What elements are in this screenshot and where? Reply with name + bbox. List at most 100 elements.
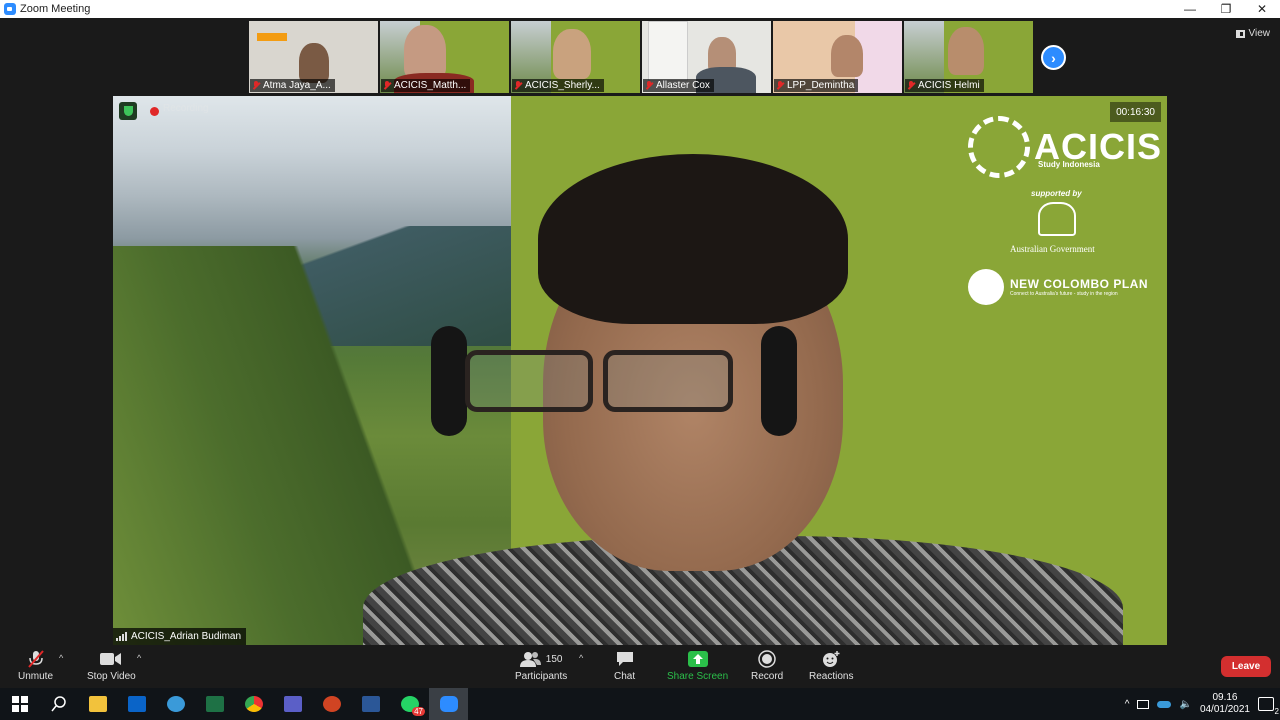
network-icon[interactable] xyxy=(1137,699,1150,709)
participant-name: Atma Jaya_A... xyxy=(263,80,331,91)
stop-video-button[interactable]: Stop Video xyxy=(87,650,136,682)
notification-center-icon[interactable]: 2 xyxy=(1258,697,1279,716)
record-button[interactable]: Record xyxy=(751,650,783,682)
notification-count: 2 xyxy=(1274,707,1279,716)
participant-thumbnail[interactable]: ACICIS_Sherly... xyxy=(511,21,640,93)
headphone-right xyxy=(761,326,797,436)
windows-start-icon[interactable] xyxy=(0,688,39,720)
video-camera-icon xyxy=(100,650,122,668)
speaker-hair xyxy=(538,154,848,324)
mic-muted-icon xyxy=(514,81,522,90)
participant-figure xyxy=(404,25,446,79)
teams-icon[interactable] xyxy=(273,688,312,720)
search-icon[interactable] xyxy=(39,688,78,720)
word-icon[interactable] xyxy=(351,688,390,720)
government-name: Australian Government xyxy=(1010,244,1095,254)
restore-button[interactable]: ❐ xyxy=(1208,0,1244,18)
chat-icon xyxy=(616,650,634,668)
chat-button[interactable]: Chat xyxy=(614,650,635,682)
participant-figure xyxy=(299,43,329,83)
clock-time: 09.16 xyxy=(1212,692,1238,703)
file-explorer-icon[interactable] xyxy=(78,688,117,720)
recording-icon xyxy=(150,107,159,116)
participant-figure xyxy=(553,29,591,79)
participant-name: ACICIS_Sherly... xyxy=(525,80,600,91)
mic-muted-icon xyxy=(776,81,784,90)
participants-button[interactable]: 150 Participants xyxy=(515,650,567,682)
share-screen-label: Share Screen xyxy=(667,671,729,682)
unmute-label: Unmute xyxy=(18,671,54,682)
room-door xyxy=(648,21,688,81)
participant-name: ACICIS_Matth... xyxy=(394,80,467,91)
minimize-button[interactable]: — xyxy=(1172,0,1208,18)
connection-signal-icon xyxy=(116,632,127,641)
participant-name-tag: Atma Jaya_A... xyxy=(250,79,335,92)
participants-options-caret[interactable]: ^ xyxy=(579,653,583,663)
supported-by-label: supported by xyxy=(1031,189,1082,198)
close-button[interactable]: ✕ xyxy=(1244,0,1280,18)
leave-meeting-button[interactable]: Leave xyxy=(1221,656,1271,677)
reactions-button[interactable]: Reactions xyxy=(809,650,853,682)
participant-thumbnail[interactable]: LPP_Demintha xyxy=(773,21,902,93)
edge-icon[interactable] xyxy=(156,688,195,720)
meeting-stage: Atma Jaya_A... ACICIS_Matth... ACICIS_Sh… xyxy=(0,18,1280,645)
coat-of-arms-icon xyxy=(1038,202,1076,236)
unmute-button[interactable]: Unmute xyxy=(18,650,53,682)
onedrive-cloud-icon[interactable] xyxy=(1157,700,1172,708)
outlook-icon[interactable] xyxy=(117,688,156,720)
window-titlebar: Zoom Meeting — ❐ ✕ xyxy=(0,0,1280,18)
whatsapp-badge: 47 xyxy=(412,707,425,716)
reactions-icon xyxy=(821,650,841,668)
reactions-label: Reactions xyxy=(809,671,854,682)
powerpoint-icon[interactable] xyxy=(312,688,351,720)
share-screen-button[interactable]: Share Screen xyxy=(667,650,728,682)
headphone-left xyxy=(431,326,467,436)
glasses-lens-right xyxy=(603,350,733,412)
chevron-up-icon[interactable]: ^ xyxy=(1125,699,1130,710)
participant-thumbnail[interactable]: Allaster Cox xyxy=(642,21,771,93)
acicis-tagline: Study Indonesia xyxy=(1038,160,1100,169)
participant-figure xyxy=(948,27,984,75)
window-title: Zoom Meeting xyxy=(20,3,91,15)
speaker-name: ACICIS_Adrian Budiman xyxy=(131,631,242,642)
recording-label: Recording xyxy=(163,103,209,114)
globe-icon xyxy=(968,269,1004,305)
view-button[interactable]: View xyxy=(1235,28,1271,39)
record-icon xyxy=(758,650,776,668)
system-tray: ^ 🔈 09.16 04/01/2021 2 xyxy=(1125,688,1280,720)
participant-name: ACICIS Helmi xyxy=(918,80,980,91)
acicis-logo: ACICIS Study Indonesia xyxy=(968,116,1162,178)
new-colombo-plan-logo: NEW COLOMBO PLAN Connect to Australia's … xyxy=(968,269,1148,305)
excel-icon[interactable] xyxy=(195,688,234,720)
video-options-caret[interactable]: ^ xyxy=(137,653,141,663)
participant-thumbnail[interactable]: ACICIS Helmi xyxy=(904,21,1033,93)
zoom-app-icon xyxy=(4,3,16,15)
participant-thumbnail[interactable]: ACICIS_Matth... xyxy=(380,21,509,93)
audio-options-caret[interactable]: ^ xyxy=(59,653,63,663)
banner-graphic xyxy=(257,33,287,41)
chrome-icon[interactable] xyxy=(234,688,273,720)
active-speaker-video[interactable]: Recording 00:16:30 ACICIS Study Indonesi… xyxy=(113,96,1167,645)
participant-name-tag: Allaster Cox xyxy=(643,79,714,92)
system-clock[interactable]: 09.16 04/01/2021 xyxy=(1200,692,1250,716)
whatsapp-icon[interactable]: 47 xyxy=(390,688,429,720)
clock-date: 04/01/2021 xyxy=(1199,704,1250,715)
participants-icon xyxy=(519,652,541,667)
chevron-right-icon: › xyxy=(1051,49,1056,66)
mic-muted-icon xyxy=(907,81,915,90)
mic-muted-icon xyxy=(645,81,653,90)
mic-muted-icon xyxy=(252,81,260,90)
participant-count: 150 xyxy=(545,653,563,665)
share-screen-icon xyxy=(687,650,708,668)
view-label: View xyxy=(1248,28,1271,39)
participant-name: Allaster Cox xyxy=(656,80,710,91)
zoom-icon[interactable] xyxy=(429,688,468,720)
volume-icon[interactable]: 🔈 xyxy=(1179,699,1191,710)
program-tagline: Connect to Australia's future - study in… xyxy=(1010,291,1118,297)
chat-label: Chat xyxy=(614,671,636,682)
participant-thumbnail[interactable]: Atma Jaya_A... xyxy=(249,21,378,93)
stop-video-label: Stop Video xyxy=(87,671,136,682)
acicis-emblem-icon xyxy=(968,116,1030,178)
encryption-shield-icon[interactable] xyxy=(119,102,137,120)
next-page-button[interactable]: › xyxy=(1041,45,1066,70)
